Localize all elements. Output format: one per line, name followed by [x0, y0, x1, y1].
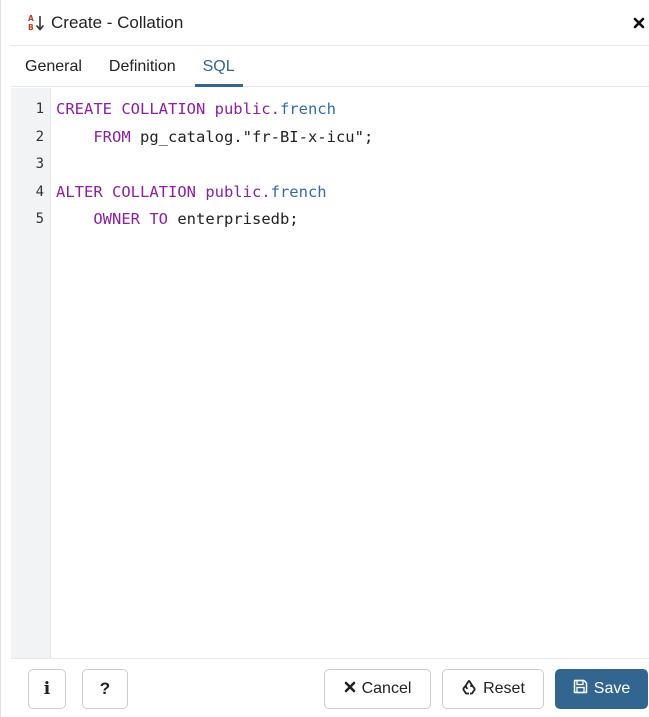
- dialog-footer: i ? Cancel Reset Save: [11, 658, 649, 717]
- svg-text:B: B: [28, 23, 34, 32]
- line-number: 1: [35, 101, 44, 117]
- dialog-title: Create - Collation: [51, 12, 184, 32]
- code-token: CREATE COLLATION: [56, 100, 215, 118]
- line-number: 3: [35, 156, 44, 172]
- save-button[interactable]: Save: [555, 669, 648, 709]
- collation-sort-icon: A B: [27, 12, 49, 34]
- code-token: enterprisedb;: [177, 210, 299, 228]
- tab-sql[interactable]: SQL: [194, 47, 243, 87]
- line-number-gutter: 1 2 3 4 5: [11, 88, 51, 658]
- close-icon: [344, 680, 356, 698]
- tab-bar: General Definition SQL: [11, 47, 649, 87]
- info-icon: i: [43, 679, 51, 699]
- dialog-header: A B Create - Collation: [11, 0, 649, 46]
- svg-text:A: A: [28, 14, 34, 23]
- code-token: pg_catalog."fr-BI-x-icu";: [140, 127, 374, 146]
- cancel-button[interactable]: Cancel: [324, 669, 431, 709]
- code-token: public.: [205, 182, 271, 201]
- code-token: FROM: [56, 127, 140, 146]
- code-line: CREATE COLLATION public.french: [56, 96, 649, 124]
- help-button[interactable]: ?: [82, 669, 128, 709]
- sql-code-area[interactable]: CREATE COLLATION public.french FROM pg_c…: [51, 88, 649, 658]
- code-line: OWNER TO enterprisedb;: [56, 206, 649, 234]
- code-token: french: [270, 182, 327, 201]
- code-line: ALTER COLLATION public.french: [56, 179, 649, 207]
- code-line: FROM pg_catalog."fr-BI-x-icu";: [56, 124, 649, 152]
- create-collation-dialog: A B Create - Collation General Definitio…: [0, 0, 649, 717]
- line-number: 2: [35, 128, 44, 145]
- line-number: 4: [35, 183, 44, 200]
- code-token: OWNER TO: [56, 210, 178, 228]
- save-label: Save: [593, 680, 631, 697]
- info-button[interactable]: i: [28, 669, 66, 709]
- cancel-label: Cancel: [361, 680, 412, 697]
- recycle-icon: [461, 679, 477, 700]
- tab-general[interactable]: General: [25, 47, 82, 86]
- tab-definition[interactable]: Definition: [109, 47, 176, 86]
- sql-editor[interactable]: 12345 CREATE COLLATION public.french FRO…: [11, 88, 649, 658]
- reset-label: Reset: [483, 680, 525, 697]
- floppy-disk-icon: [573, 679, 588, 699]
- code-token: french: [279, 100, 336, 118]
- line-number: 5: [35, 211, 44, 227]
- help-icon: ?: [99, 679, 111, 698]
- code-token: ALTER COLLATION: [56, 182, 206, 201]
- code-token: public.: [214, 100, 280, 118]
- close-icon[interactable]: [630, 13, 648, 33]
- reset-button[interactable]: Reset: [442, 669, 544, 709]
